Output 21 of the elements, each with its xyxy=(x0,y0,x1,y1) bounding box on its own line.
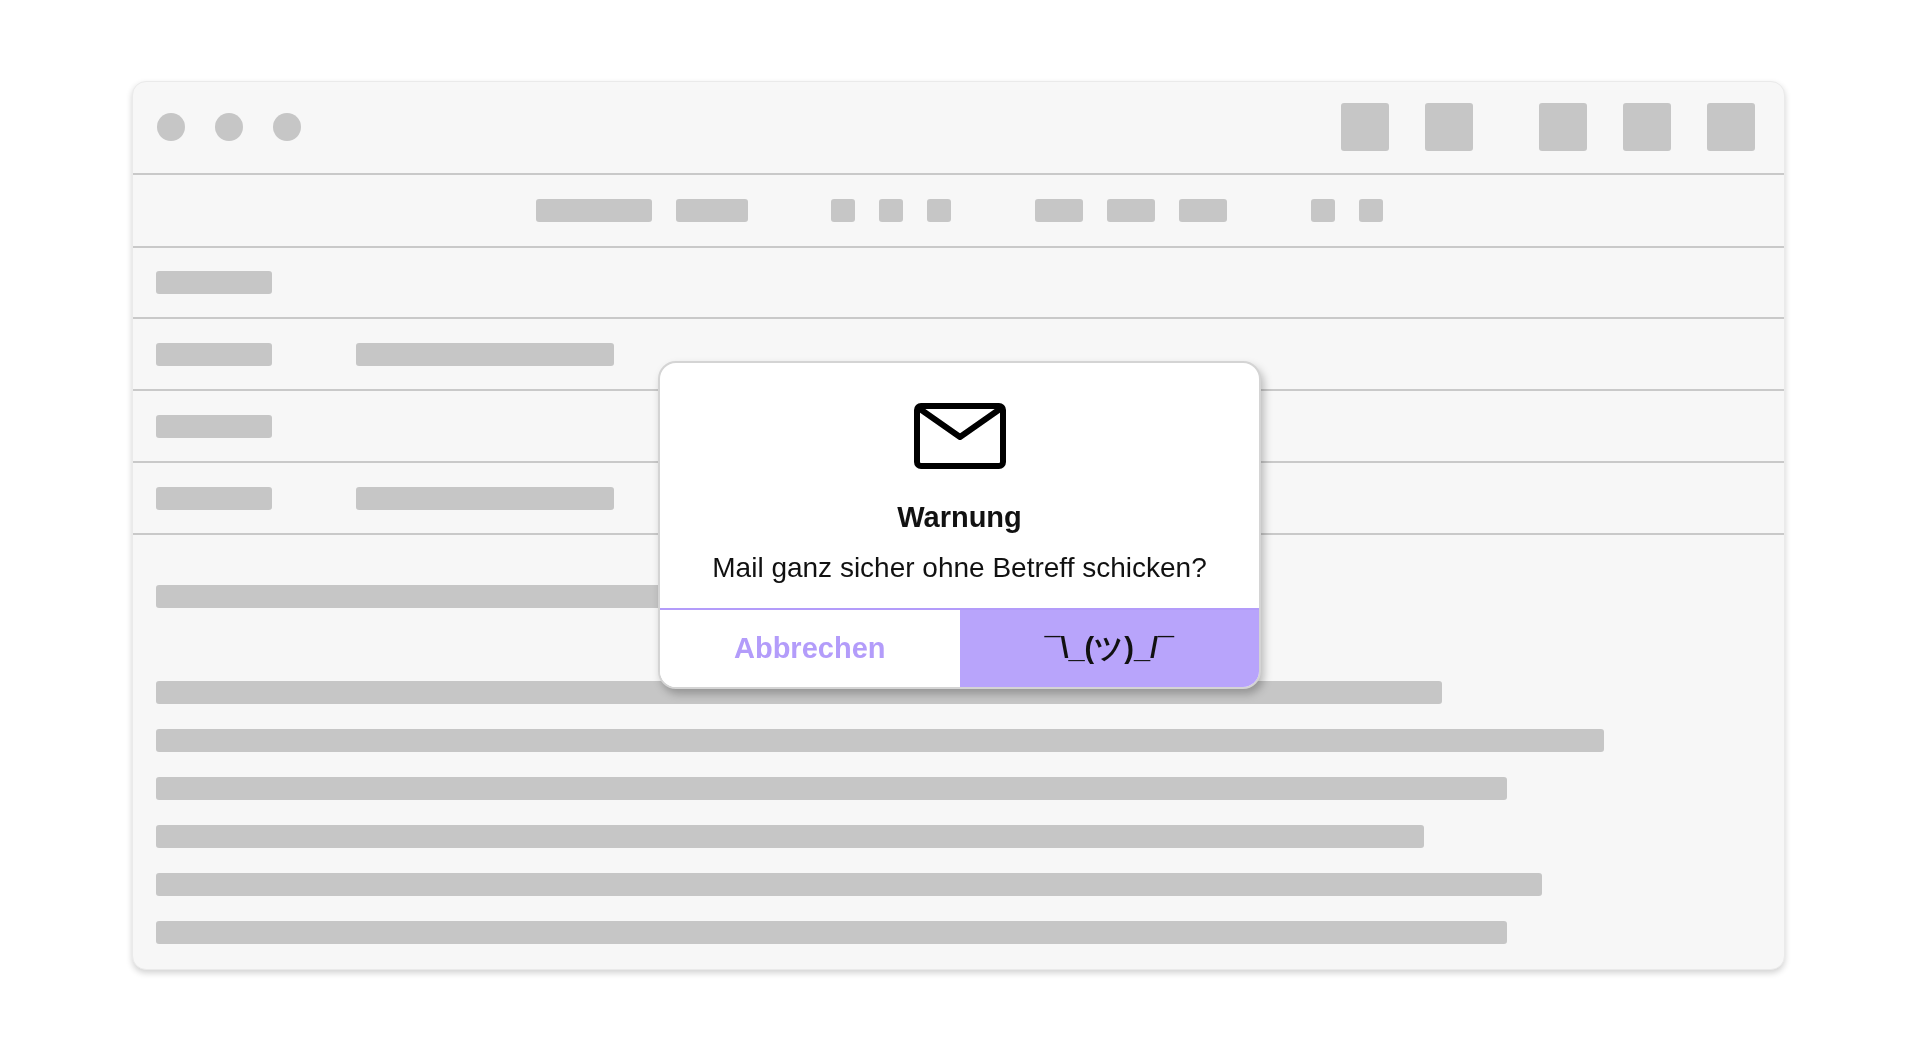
placeholder-bar xyxy=(676,198,748,222)
window-control-dot[interactable] xyxy=(273,113,301,142)
placeholder-bar xyxy=(1359,198,1383,222)
placeholder-bar xyxy=(879,198,903,222)
placeholder-block[interactable] xyxy=(1707,103,1755,152)
placeholder-block[interactable] xyxy=(1341,103,1389,152)
placeholder-bar xyxy=(927,198,951,222)
placeholder-bar xyxy=(1311,198,1335,222)
window-control-dot[interactable] xyxy=(215,113,243,142)
placeholder-block[interactable] xyxy=(1425,103,1473,152)
placeholder-block[interactable] xyxy=(1623,103,1671,152)
window-control-dot[interactable] xyxy=(157,113,185,142)
dialog-title: Warnung xyxy=(897,501,1022,534)
placeholder-block[interactable] xyxy=(1539,103,1587,152)
envelope-icon xyxy=(913,403,1006,469)
placeholder-bar xyxy=(1107,198,1155,222)
dialog-message: Mail ganz sicher ohne Betreff schicken? xyxy=(712,552,1207,584)
placeholder-bar xyxy=(1179,198,1227,222)
placeholder-bar xyxy=(831,198,855,222)
confirm-button[interactable]: ¯\_(ツ)_/¯ xyxy=(959,610,1259,687)
placeholder-bar xyxy=(1035,198,1083,222)
